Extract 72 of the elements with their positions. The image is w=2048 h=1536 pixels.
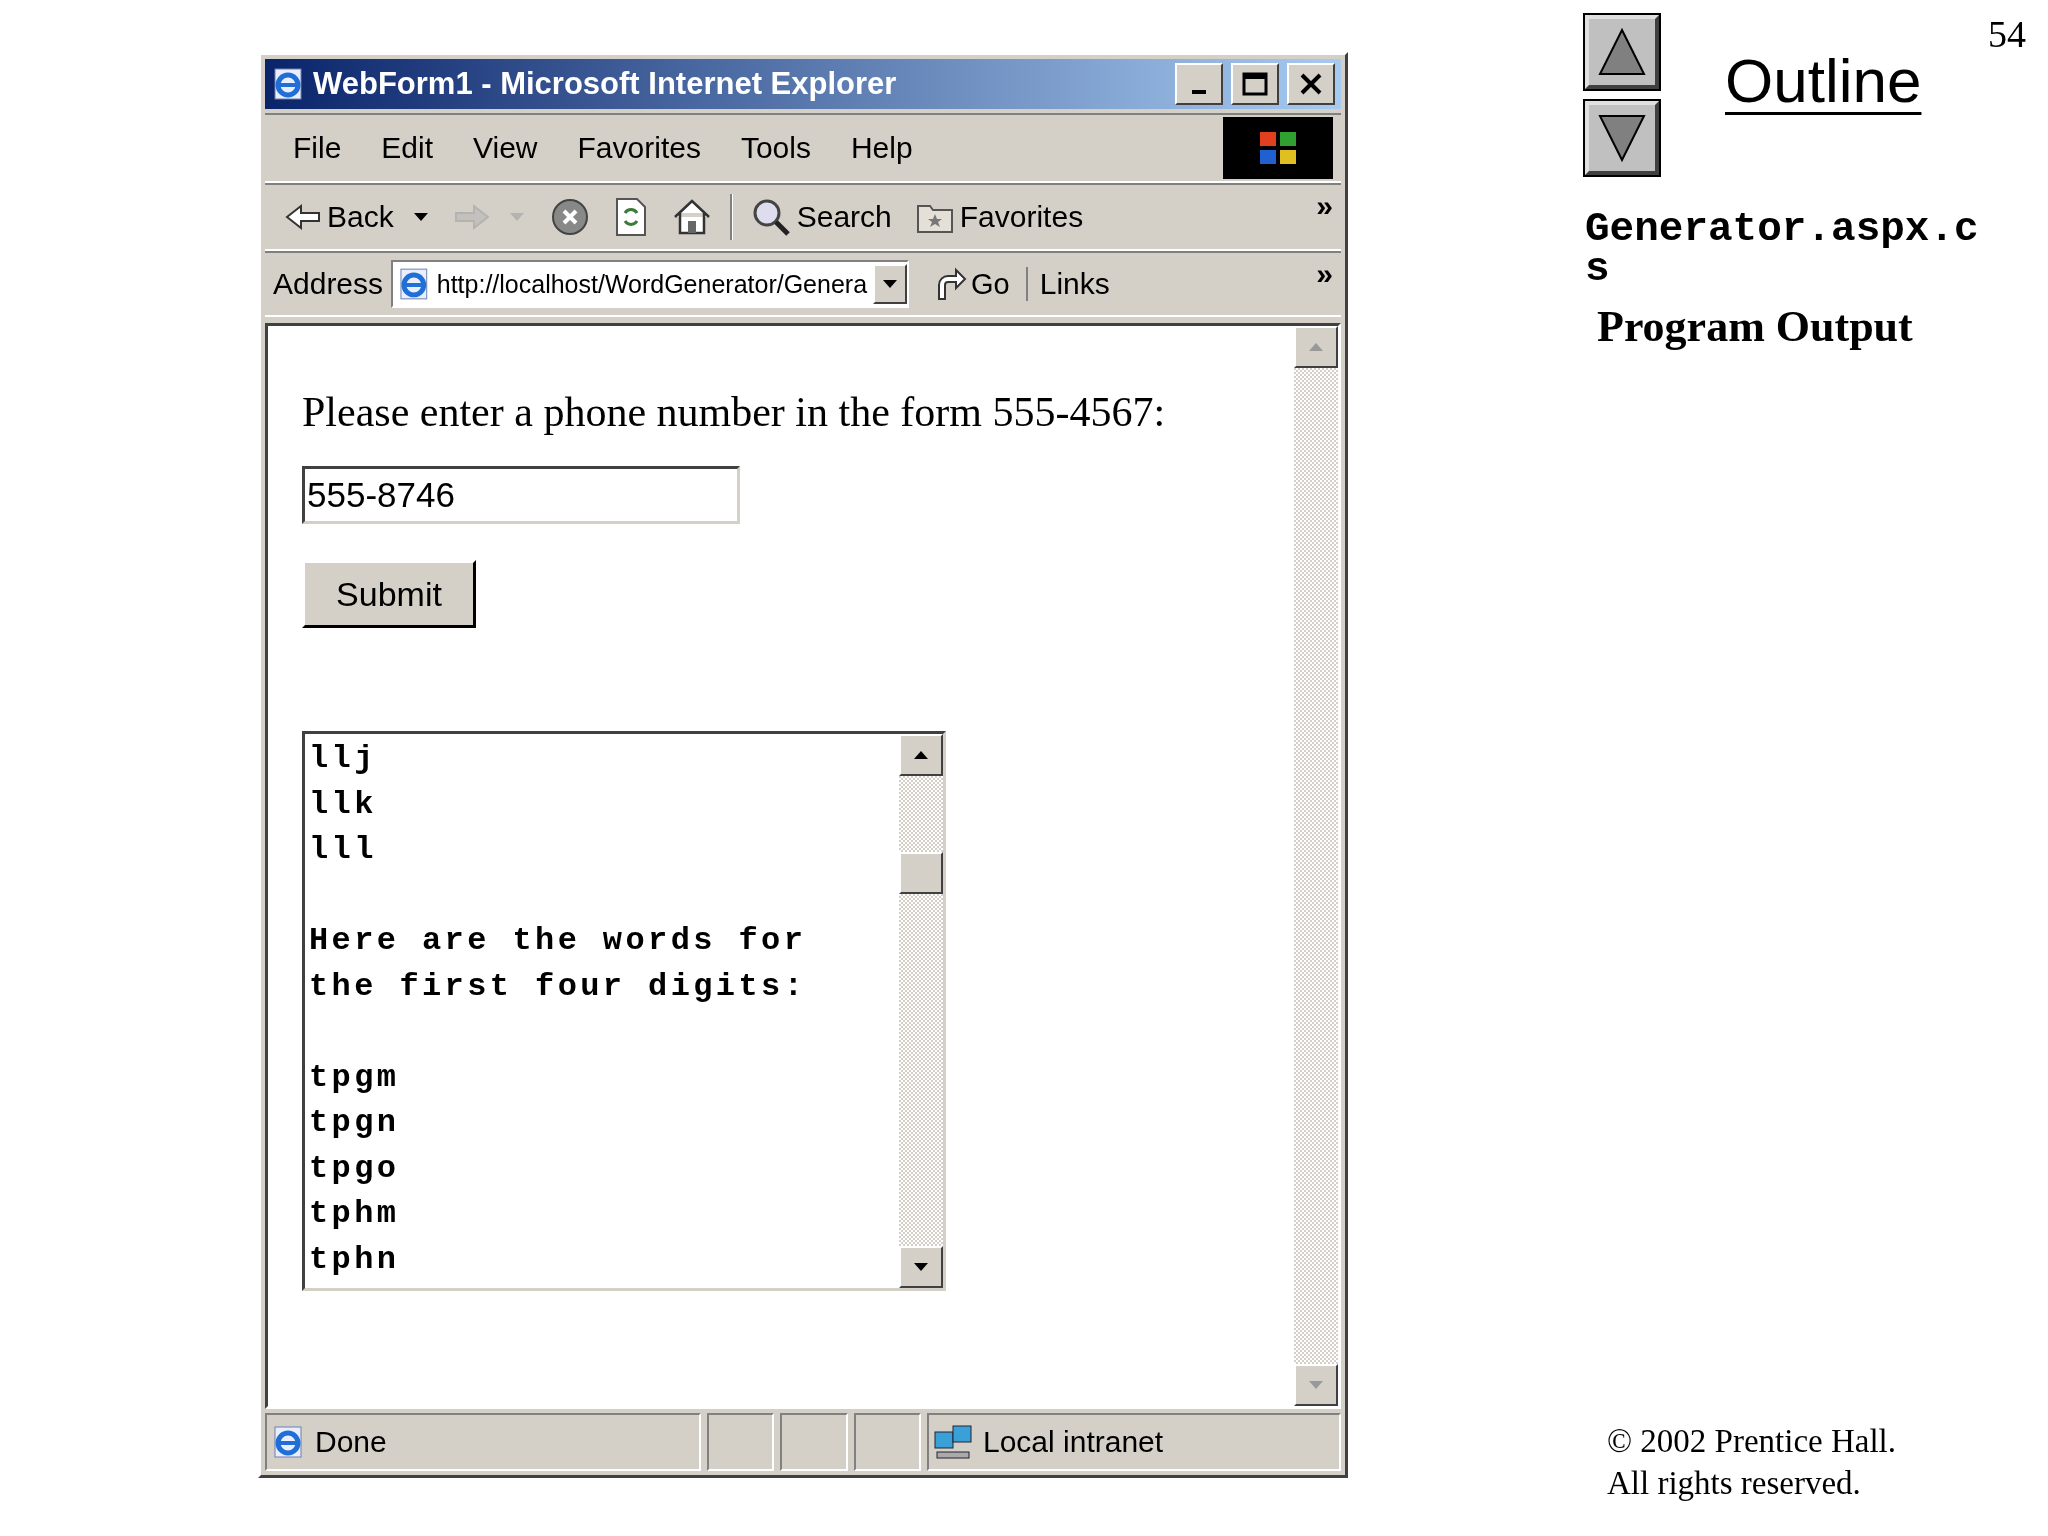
caret-up-icon xyxy=(1307,341,1325,353)
menu-item[interactable]: Tools xyxy=(720,131,831,165)
status-pane xyxy=(780,1413,848,1471)
go-button[interactable]: Go xyxy=(917,267,1028,301)
refresh-icon xyxy=(613,197,648,237)
dropdown-caret-icon xyxy=(507,211,526,223)
address-field[interactable]: http://localhost/WordGenerator/Genera xyxy=(391,260,910,308)
more-chevron[interactable]: » xyxy=(1316,257,1333,291)
section-title: Program Output xyxy=(1597,301,1914,352)
zone-text: Local intranet xyxy=(983,1425,1164,1459)
stop-icon xyxy=(549,197,590,237)
next-slide-button[interactable] xyxy=(1585,101,1659,175)
output-line: llk xyxy=(309,784,378,825)
links-button[interactable]: Links xyxy=(1039,267,1110,301)
scroll-up-button[interactable] xyxy=(899,734,943,776)
output-textarea[interactable]: llj llk lll Here are the words for the first four digits: tpgm tpgn tpgo tphm tphn xyxy=(302,731,946,1291)
minimize-button[interactable] xyxy=(1175,63,1223,105)
caret-down-icon xyxy=(912,1261,930,1273)
more-chevron[interactable]: » xyxy=(1316,189,1333,223)
caret-down-icon xyxy=(1307,1379,1325,1391)
close-button[interactable] xyxy=(1287,63,1335,105)
status-text: Done xyxy=(315,1425,387,1459)
output-line: Here are the words for xyxy=(309,921,808,961)
submit-button[interactable]: Submit xyxy=(302,560,476,628)
output-line: tpgo xyxy=(309,1148,401,1189)
toolbar-button[interactable]: Favorites xyxy=(903,200,1096,234)
address-label: Address xyxy=(273,267,384,301)
copyright-text: All rights reserved. xyxy=(1607,1464,1862,1503)
dropdown-caret-icon xyxy=(411,211,430,223)
network-computers-icon xyxy=(933,1422,973,1462)
scroll-down-button[interactable] xyxy=(1294,1364,1338,1406)
output-line: tphm xyxy=(309,1194,401,1234)
menu-item[interactable]: Help xyxy=(830,131,933,165)
scrollbar[interactable] xyxy=(1294,326,1338,1406)
windows-logo-icon xyxy=(1223,117,1333,179)
file-name: Generator.aspx.c xyxy=(1585,209,1980,249)
status-pane xyxy=(853,1413,921,1471)
status-pane xyxy=(706,1413,775,1471)
output-line: tphn xyxy=(309,1239,401,1280)
previous-slide-button[interactable] xyxy=(1585,15,1659,89)
slide-number: 54 xyxy=(1988,12,2026,56)
menu-item[interactable]: Favorites xyxy=(557,131,721,165)
scroll-up-button[interactable] xyxy=(1294,326,1338,368)
dropdown-button[interactable] xyxy=(873,264,908,304)
caret-up-icon xyxy=(912,749,930,761)
copyright-text: © 2002 Prentice Hall. xyxy=(1607,1422,1897,1461)
close-icon xyxy=(1299,72,1323,96)
window-title: WebForm1 - Microsoft Internet Explorer xyxy=(313,66,898,102)
output-line: the first four digits: xyxy=(309,966,808,1007)
outline-link[interactable]: Outline xyxy=(1725,45,1922,116)
output-line: llj xyxy=(309,739,378,779)
file-name: s xyxy=(1585,249,1610,289)
scroll-down-button[interactable] xyxy=(899,1246,943,1288)
output-line: lll xyxy=(309,830,378,870)
caret-down-icon xyxy=(881,278,900,290)
toolbar-button[interactable]: Search xyxy=(738,197,904,237)
back-arrow-icon xyxy=(285,203,321,231)
output-line: tpgm xyxy=(309,1057,401,1098)
minimize-icon xyxy=(1192,90,1206,94)
menu-item[interactable]: View xyxy=(453,131,558,165)
phone-input[interactable]: 555-8746 xyxy=(302,466,740,524)
output-line: tpgn xyxy=(309,1103,401,1143)
page-icon xyxy=(271,1425,305,1459)
scroll-thumb[interactable] xyxy=(899,852,943,894)
menu-item[interactable]: Edit xyxy=(361,131,454,165)
prompt-text: Please enter a phone number in the form 555-4567: xyxy=(302,388,1166,436)
menu-item[interactable]: File xyxy=(273,131,362,165)
maximize-icon xyxy=(1242,72,1268,96)
maximize-button[interactable] xyxy=(1231,63,1279,105)
scrollbar[interactable] xyxy=(899,734,943,1288)
toolbar-button[interactable]: Back xyxy=(273,200,442,234)
forward-arrow-icon xyxy=(453,203,490,231)
